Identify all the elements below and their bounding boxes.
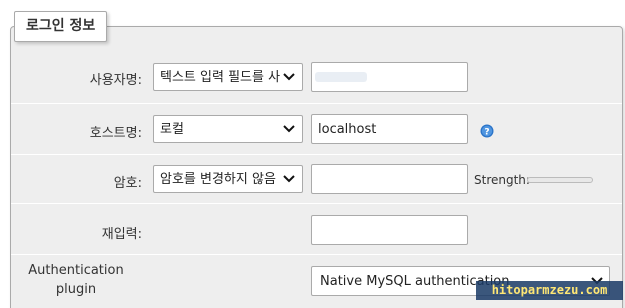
password-row: 암호: 암호를 변경하지 않음 Strength: xyxy=(11,156,622,204)
strength-label: Strength: xyxy=(474,173,530,187)
password-strength-meter xyxy=(527,177,593,183)
auth-plugin-label: Authentication plugin xyxy=(0,261,156,299)
password-type-select[interactable]: 암호를 변경하지 않음 xyxy=(153,165,303,193)
fieldset-legend: 로그인 정보 xyxy=(14,11,108,42)
auth-plugin-label-line2: plugin xyxy=(55,282,97,297)
help-icon[interactable]: ? xyxy=(480,124,494,138)
retype-label: 재입력: xyxy=(101,227,142,242)
auth-plugin-label-line1: Authentication xyxy=(28,263,124,278)
username-type-select[interactable]: 텍스트 입력 필드를 사용: xyxy=(153,63,303,91)
retype-row: 재입력: xyxy=(11,205,622,255)
username-label: 사용자명: xyxy=(89,73,142,88)
host-input[interactable] xyxy=(311,114,468,144)
blurred-username-value xyxy=(315,72,367,82)
host-label: 호스트명: xyxy=(89,126,142,141)
host-row: 호스트명: 로컬 ? xyxy=(11,105,622,155)
watermark: hitoparmzezu.com xyxy=(476,281,623,300)
username-row: 사용자명: 텍스트 입력 필드를 사용: xyxy=(11,52,622,104)
retype-password-input[interactable] xyxy=(311,215,468,245)
password-input[interactable] xyxy=(311,164,468,194)
svg-text:?: ? xyxy=(484,128,489,138)
password-label: 암호: xyxy=(113,176,142,191)
host-type-select[interactable]: 로컬 xyxy=(153,115,303,143)
